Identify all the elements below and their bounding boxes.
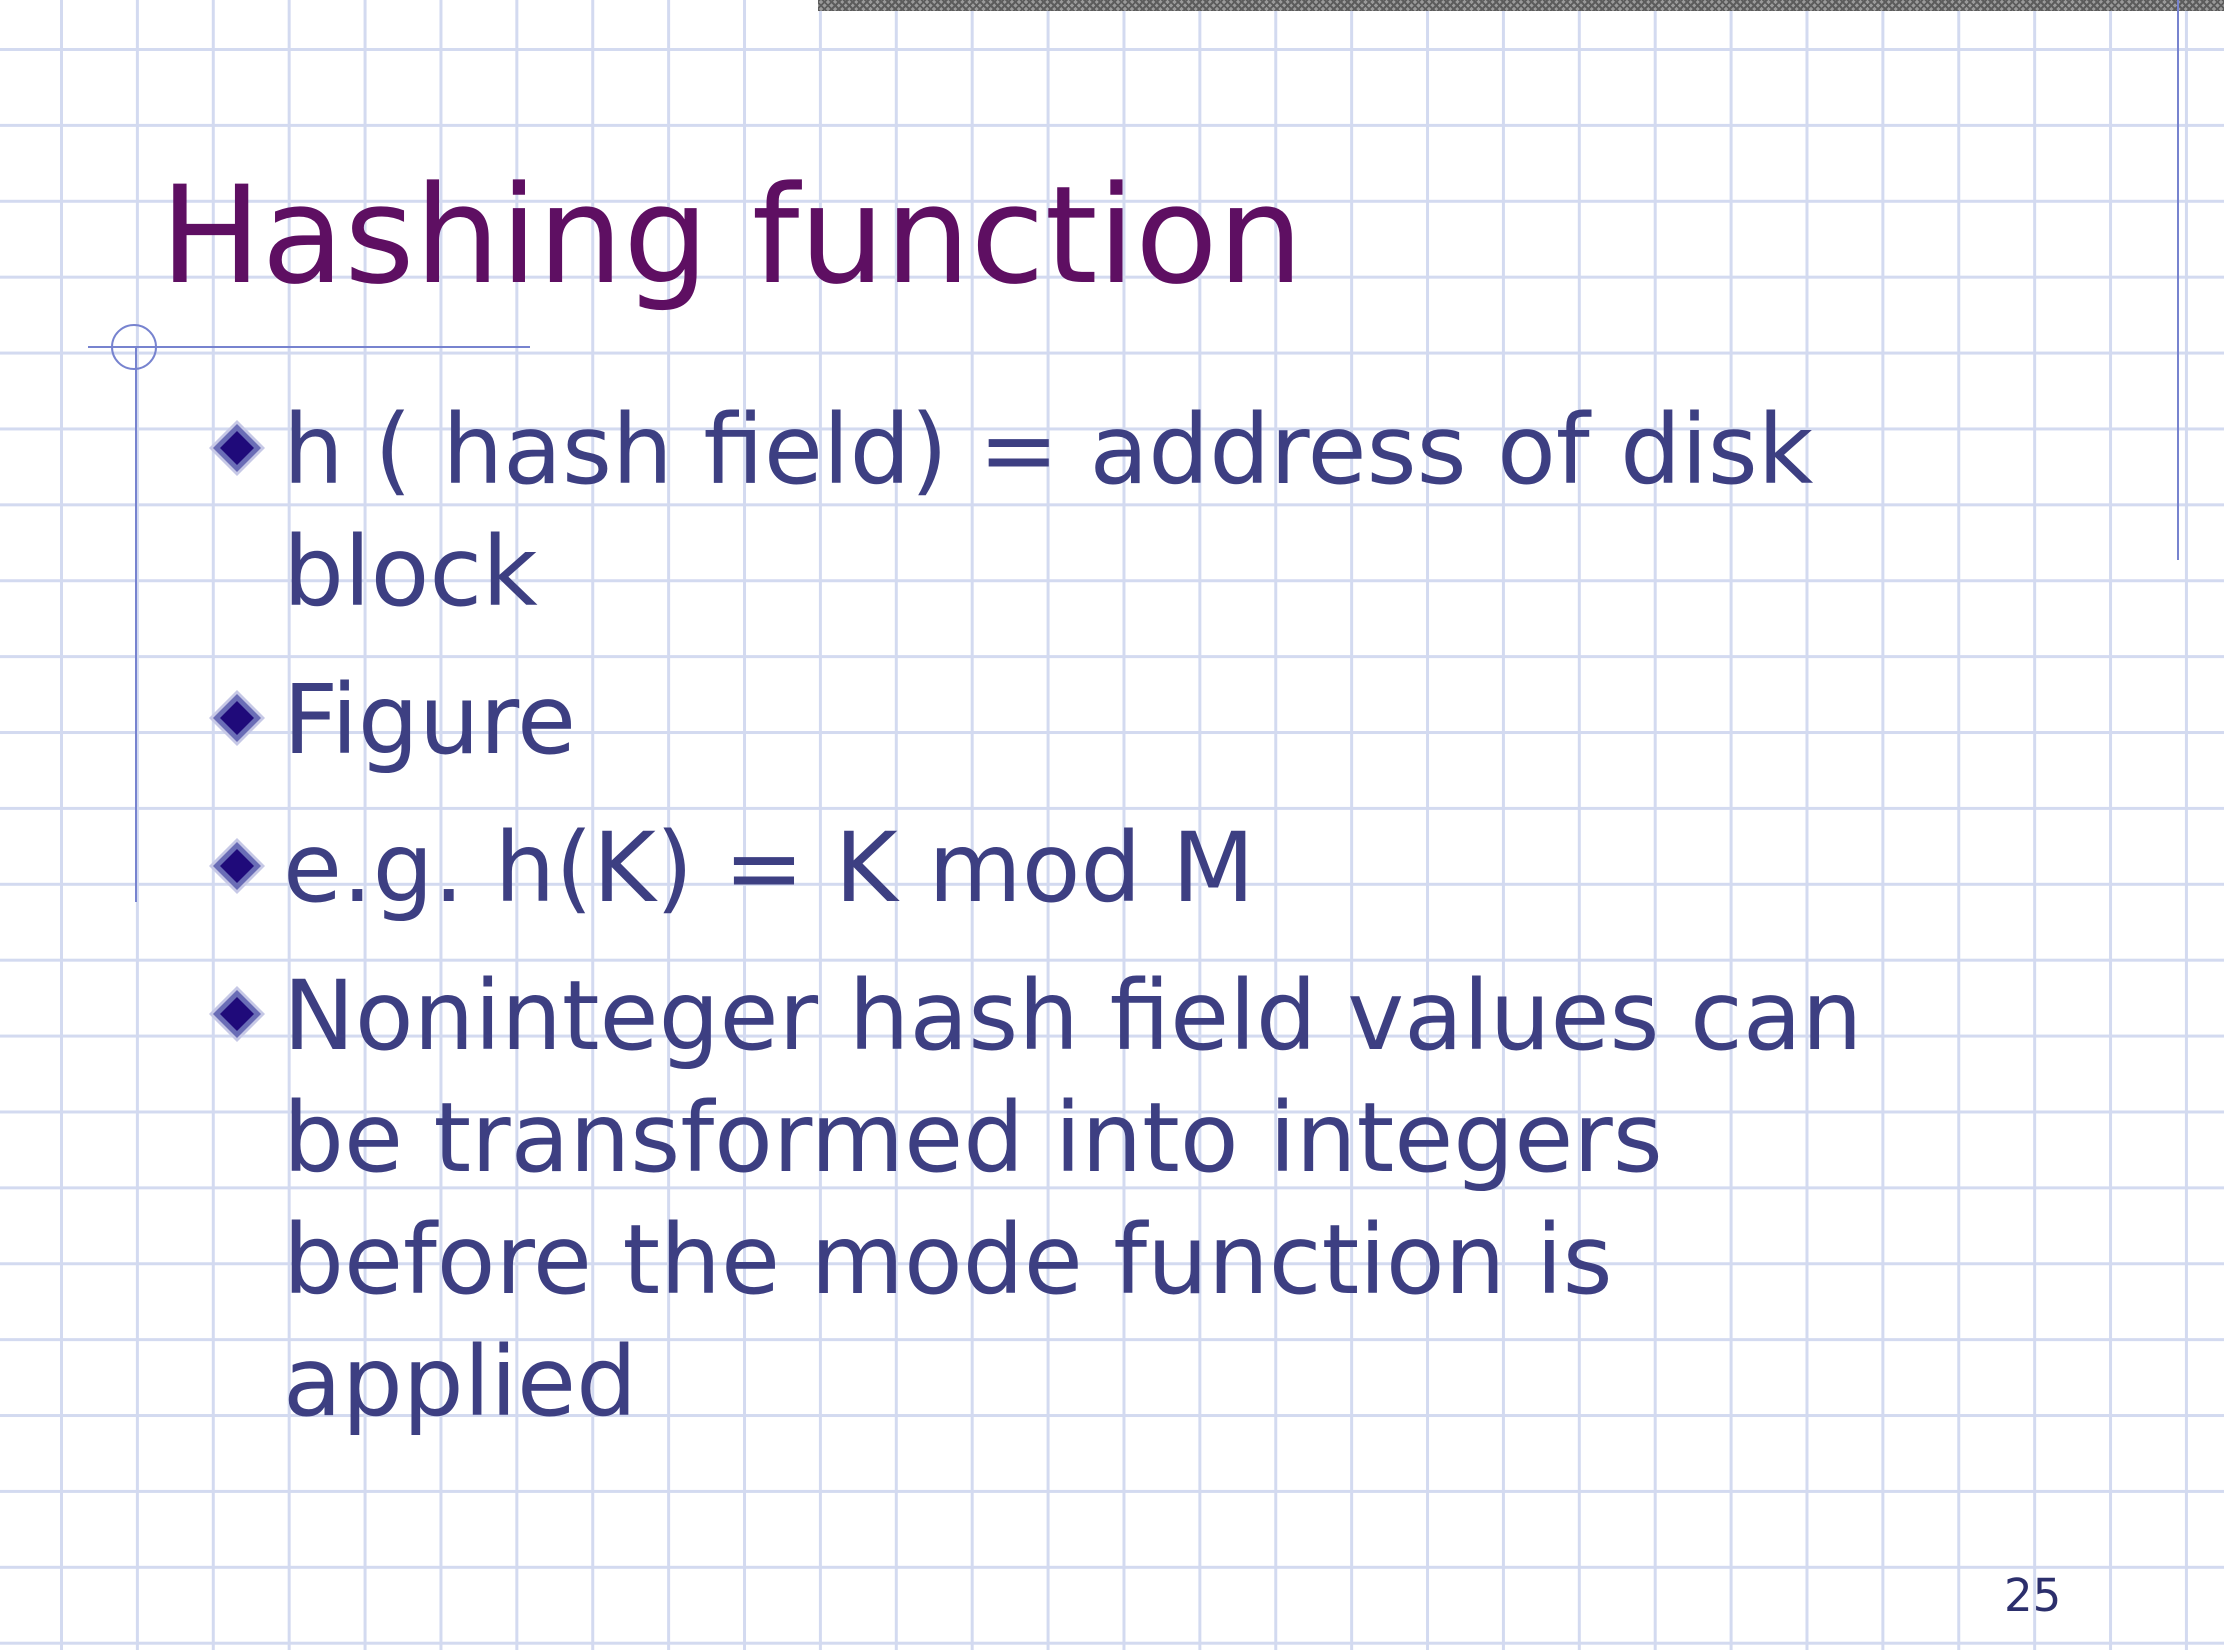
- crosshair-circle-icon: [111, 324, 157, 370]
- bullet-text: h ( hash field) = address of disk block: [283, 394, 1814, 628]
- diamond-bullet-icon: [208, 419, 266, 477]
- bullet-text: Noninteger hash field values can be tran…: [283, 960, 1863, 1438]
- decorative-hatch-bar: [818, 0, 2224, 11]
- bullet-list: h ( hash field) = address of disk block …: [196, 389, 1996, 1469]
- bullet-item: h ( hash field) = address of disk block: [196, 389, 1996, 633]
- page-number: 25: [2004, 1569, 2062, 1622]
- slide-title: Hashing function: [160, 157, 1304, 314]
- left-decorative-rule: [135, 346, 137, 902]
- bullet-text: e.g. h(K) = K mod M: [283, 812, 1255, 924]
- diamond-bullet-icon: [208, 985, 266, 1043]
- bullet-text: Figure: [283, 664, 577, 776]
- bullet-item: Figure: [196, 659, 1996, 781]
- bullet-item: e.g. h(K) = K mod M: [196, 807, 1996, 929]
- diamond-bullet-icon: [208, 689, 266, 747]
- bullet-item: Noninteger hash field values can be tran…: [196, 955, 1996, 1443]
- diamond-bullet-icon: [208, 837, 266, 895]
- right-decorative-rule: [2177, 0, 2179, 560]
